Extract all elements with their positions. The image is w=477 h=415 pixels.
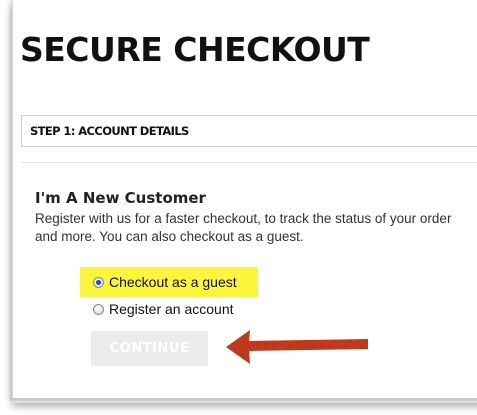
panel-shadow (10, 398, 477, 403)
divider (21, 162, 477, 163)
register-account-option[interactable]: Register an account (93, 301, 234, 317)
continue-button[interactable]: CONTINUE (91, 331, 208, 366)
step-header[interactable]: STEP 1: ACCOUNT DETAILS (21, 115, 477, 147)
register-radio-button[interactable] (93, 303, 104, 315)
checkout-as-guest-option[interactable]: Checkout as a guest (93, 274, 237, 290)
register-radio-label: Register an account (109, 301, 234, 317)
new-customer-heading: I'm A New Customer (35, 189, 206, 207)
guest-radio-button[interactable] (93, 276, 104, 288)
left-arrow-icon (226, 330, 368, 364)
page-title: SECURE CHECKOUT (20, 30, 370, 69)
guest-radio-label: Checkout as a guest (109, 274, 237, 290)
step-label: STEP 1: ACCOUNT DETAILS (30, 124, 189, 138)
new-customer-description: Register with us for a faster checkout, … (35, 211, 452, 244)
